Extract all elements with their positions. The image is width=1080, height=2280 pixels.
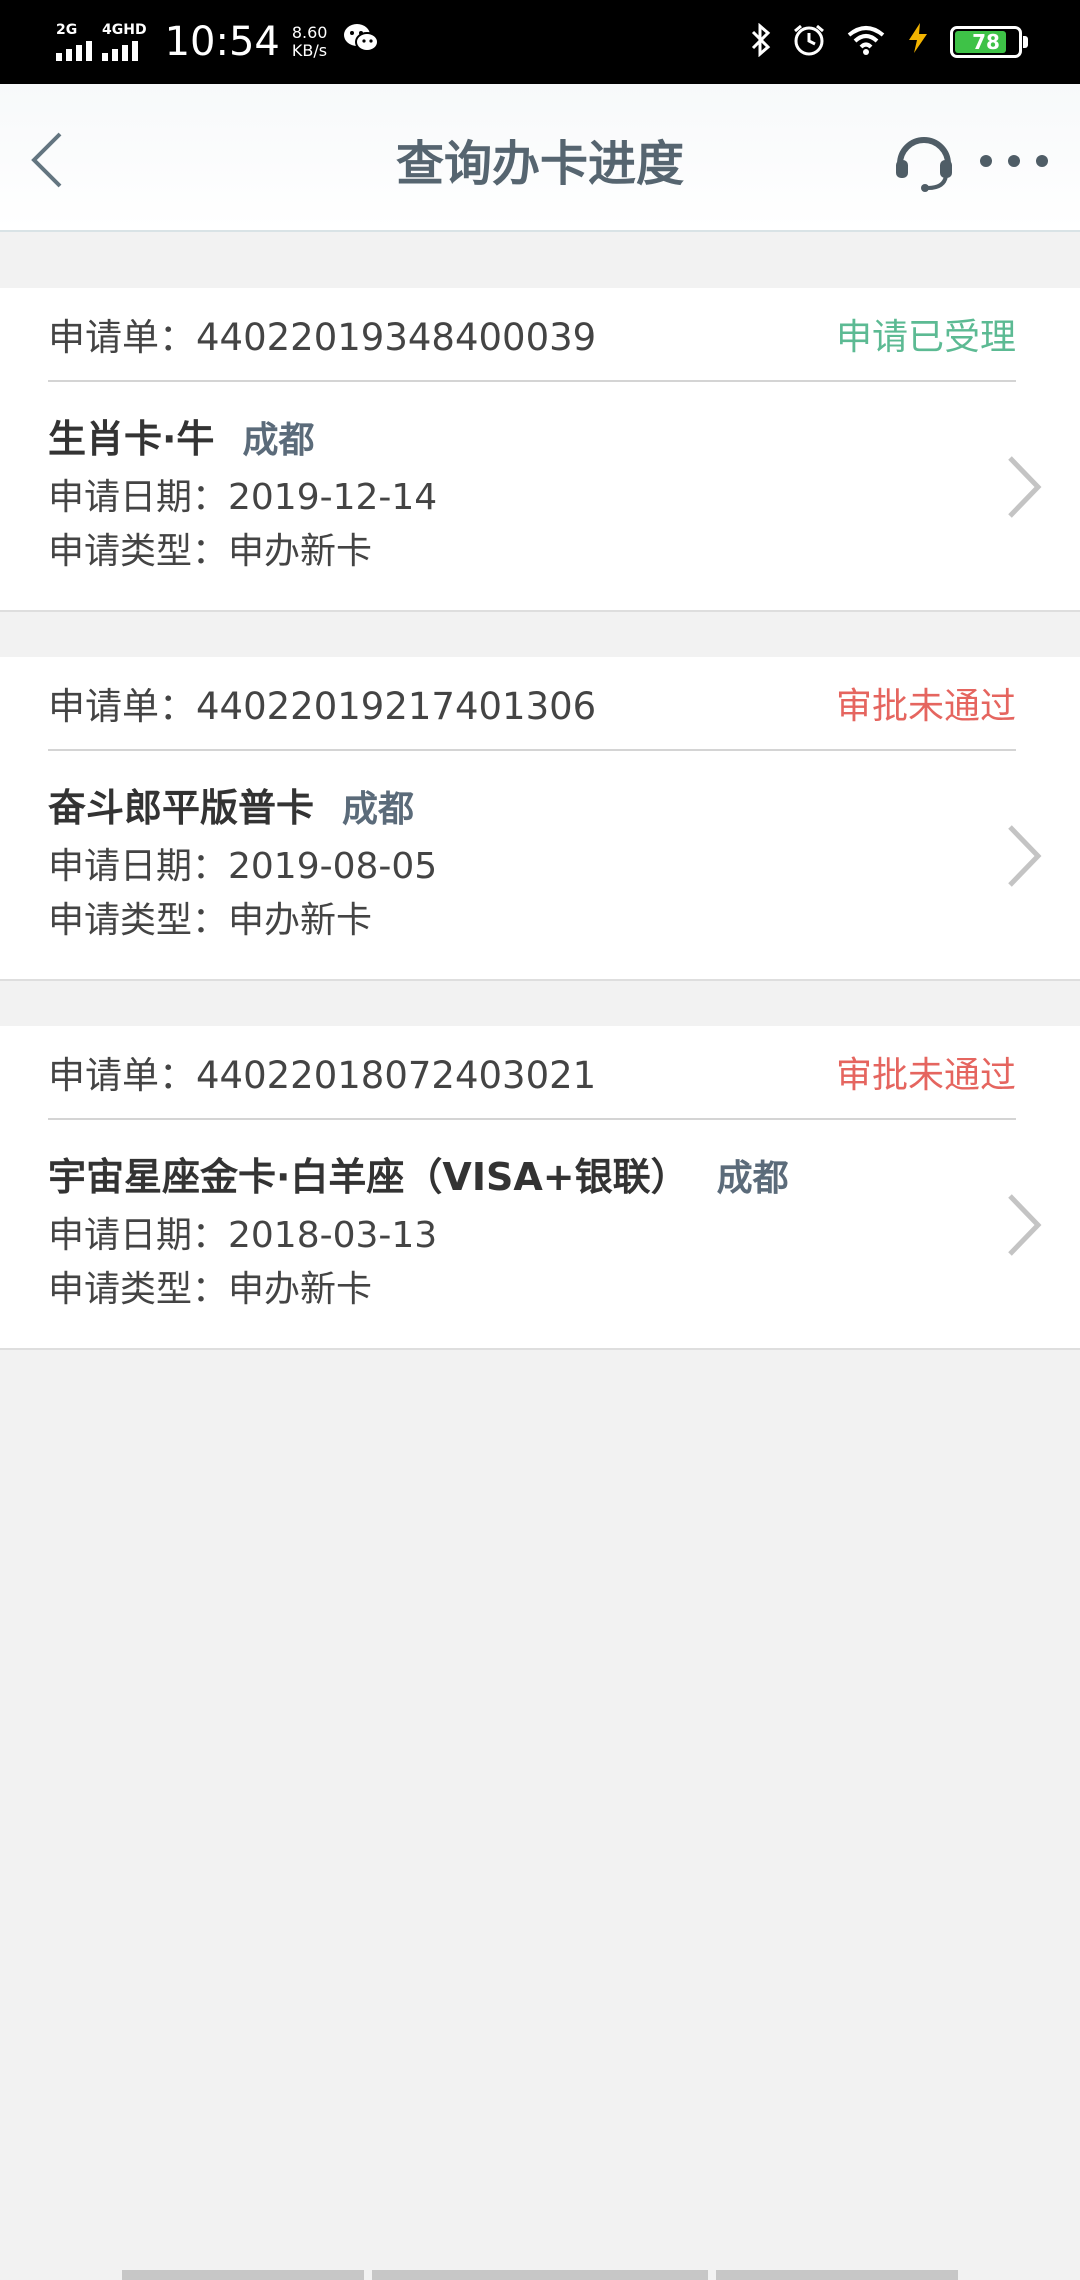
card-city: 成都 — [342, 789, 415, 830]
application-card-body: 奋斗郎平版普卡 成都 申请日期：2019-08-05 申请类型：申办新卡 — [48, 749, 1080, 979]
more-dot-icon — [980, 155, 992, 167]
signal-icon — [56, 39, 92, 61]
apply-type: 申请类型：申办新卡 — [48, 1269, 373, 1310]
network-speed-value: 8.60 — [291, 23, 328, 42]
application-number: 申请单：44022019348400039 — [48, 316, 597, 359]
card-name: 生肖卡·牛 — [48, 417, 215, 461]
application-card[interactable]: 申请单：44022019348400039 申请已受理 生肖卡·牛 成都 申请日… — [0, 288, 1080, 612]
chevron-right-icon — [1008, 1194, 1042, 1256]
more-button[interactable] — [980, 136, 1048, 186]
bottom-bar-segment — [122, 2270, 364, 2280]
alarm-icon — [792, 23, 826, 62]
sim2-signal: 4GHD — [102, 23, 147, 61]
card-name: 奋斗郎平版普卡 — [48, 786, 315, 830]
card-name-row: 奋斗郎平版普卡 成都 — [48, 777, 414, 832]
wechat-icon — [343, 22, 380, 62]
application-card-header: 申请单：44022018072403021 审批未通过 — [48, 1026, 1016, 1120]
sim1-label: 2G — [56, 22, 78, 38]
headset-icon — [896, 137, 952, 192]
clock: 10:54 — [164, 19, 280, 65]
application-card-header: 申请单：44022019217401306 审批未通过 — [48, 657, 1016, 751]
signal-icon — [102, 39, 147, 61]
application-card-body: 生肖卡·牛 成都 申请日期：2019-12-14 申请类型：申办新卡 — [48, 380, 1080, 610]
application-card[interactable]: 申请单：44022019217401306 审批未通过 奋斗郎平版普卡 成都 申… — [0, 657, 1080, 981]
apply-type: 申请类型：申办新卡 — [48, 531, 373, 572]
application-number: 申请单：44022018072403021 — [48, 1054, 597, 1097]
network-speed-unit: KB/s — [291, 41, 328, 60]
wifi-icon — [846, 24, 886, 61]
chevron-right-icon — [1008, 825, 1042, 887]
bottom-bar-segment — [372, 2270, 708, 2280]
application-number: 申请单：44022019217401306 — [48, 685, 597, 728]
apply-date: 申请日期：2019-12-14 — [48, 477, 438, 518]
card-name-row: 宇宙星座金卡·白羊座（VISA+银联） 成都 — [48, 1146, 789, 1201]
sim1-signal: 2G — [56, 23, 92, 61]
status-label: 申请已受理 — [835, 317, 1016, 358]
more-dot-icon — [1036, 155, 1048, 167]
apply-type: 申请类型：申办新卡 — [48, 900, 373, 941]
network-speed: 8.60 KB/s — [292, 24, 328, 60]
card-name-row: 生肖卡·牛 成都 — [48, 408, 314, 463]
apply-date: 申请日期：2018-03-13 — [48, 1215, 438, 1256]
chevron-right-icon — [1008, 456, 1042, 518]
customer-service-button[interactable] — [892, 128, 956, 192]
application-card-body: 宇宙星座金卡·白羊座（VISA+银联） 成都 申请日期：2018-03-13 申… — [48, 1118, 1080, 1348]
battery-icon: 78 — [950, 26, 1028, 58]
apply-date: 申请日期：2019-08-05 — [48, 846, 438, 887]
bluetooth-icon — [750, 22, 772, 62]
status-label: 审批未通过 — [835, 686, 1016, 727]
sim2-label: 4GHD — [102, 22, 147, 38]
status-label: 审批未通过 — [835, 1055, 1016, 1096]
application-card-header: 申请单：44022019348400039 申请已受理 — [48, 288, 1016, 382]
card-city: 成都 — [716, 1158, 789, 1199]
nav-header: 查询办卡进度 — [0, 84, 1080, 232]
bottom-bar-segment — [716, 2270, 958, 2280]
status-bar: 2G 4GHD 10:54 8.60 KB/s 78 — [0, 0, 1080, 84]
charging-icon — [906, 22, 930, 62]
card-name: 宇宙星座金卡·白羊座（VISA+银联） — [48, 1155, 689, 1199]
application-card[interactable]: 申请单：44022018072403021 审批未通过 宇宙星座金卡·白羊座（V… — [0, 1026, 1080, 1350]
battery-level: 78 — [972, 30, 1000, 54]
card-city: 成都 — [242, 420, 315, 461]
more-dot-icon — [1008, 155, 1020, 167]
